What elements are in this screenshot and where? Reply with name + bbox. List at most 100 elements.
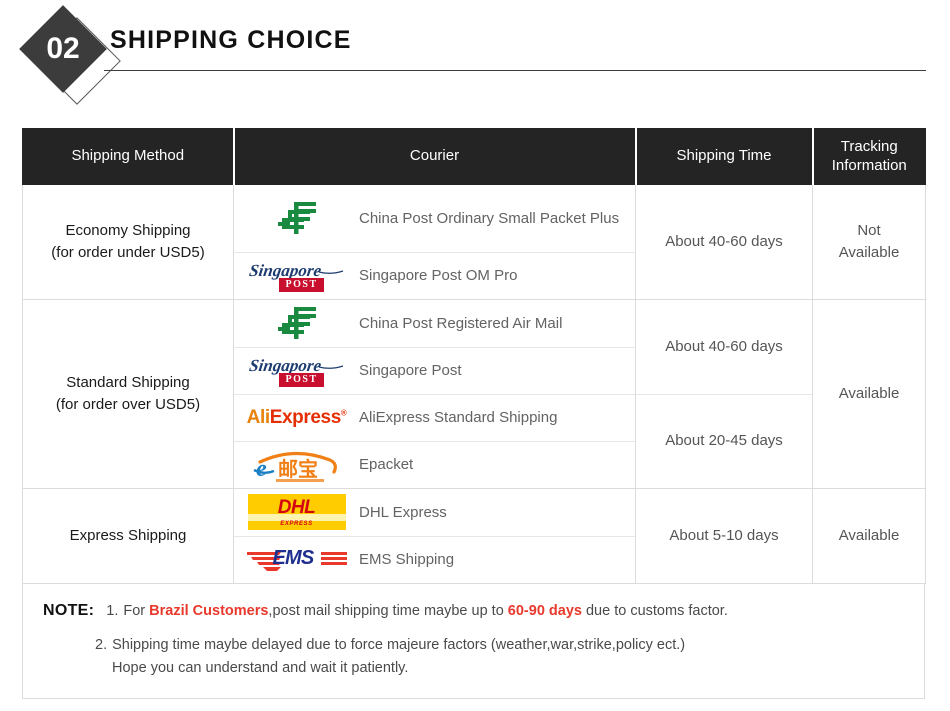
shipping-table: Shipping Method Courier Shipping Time Tr… xyxy=(22,128,926,584)
dhl-subtext: EXPRESS xyxy=(280,521,313,528)
courier-group-express: DHL EXPRESS DHL Express EMS EMS Shipping xyxy=(233,488,636,584)
note-1-part1: For xyxy=(123,603,150,619)
singapore-post-box: POST xyxy=(278,372,324,387)
column-header-tracking-information: Tracking Information xyxy=(812,128,926,185)
courier-list-express: DHL EXPRESS DHL Express EMS EMS Shipping xyxy=(234,489,635,583)
badge-number: 02 xyxy=(46,32,80,65)
note-label: NOTE: xyxy=(43,602,95,619)
aliexpress-ali-text: Ali xyxy=(246,406,270,428)
note-1-highlight-days: 60-90 days xyxy=(507,603,582,619)
method-label-line1: Economy Shipping xyxy=(65,221,191,239)
note-1-highlight-brazil: Brazil Customers xyxy=(149,603,269,619)
section-header: 02 SHIPPING CHOICE xyxy=(0,0,950,110)
shipping-time-value: About 40-60 days xyxy=(636,300,812,395)
header-divider xyxy=(104,70,926,71)
china-post-logo-icon xyxy=(277,307,316,340)
column-header-shipping-method: Shipping Method xyxy=(22,128,235,185)
svg-text:邮宝: 邮宝 xyxy=(278,457,318,481)
aliexpress-express-text: Express xyxy=(269,406,342,428)
courier-name: Epacket xyxy=(359,456,414,474)
tracking-status-express: Available xyxy=(812,488,926,584)
shipping-method-standard: Standard Shipping (for order over USD5) xyxy=(22,299,234,489)
shipping-method-express: Express Shipping xyxy=(22,488,234,584)
singapore-post-logo-icon: Singapore POST xyxy=(249,354,345,388)
courier-name: China Post Ordinary Small Packet Plus xyxy=(359,185,635,253)
note-2-line1: Shipping time maybe delayed due to force… xyxy=(112,636,686,653)
epacket-logo: e 邮宝 xyxy=(234,441,359,488)
table-row: Standard Shipping (for order over USD5) xyxy=(22,299,926,489)
shipping-time-economy: About 40-60 days xyxy=(635,184,813,300)
dhl-logo: DHL EXPRESS xyxy=(234,489,359,537)
courier-name: Singapore Post OM Pro xyxy=(359,267,518,285)
note-2-number: 2. xyxy=(95,636,108,653)
note-1-number: 1. xyxy=(106,603,119,619)
courier-row: DHL EXPRESS DHL Express xyxy=(234,489,635,537)
singapore-post-box: POST xyxy=(278,277,324,292)
dhl-logo-icon: DHL EXPRESS xyxy=(247,494,346,531)
tracking-line1: Not xyxy=(857,221,881,239)
note-item-2: 2. Shipping time maybe delayed due to fo… xyxy=(43,634,906,680)
svg-text:e: e xyxy=(256,456,267,482)
ems-logo-icon: EMS xyxy=(245,544,349,576)
courier-list-economy: China Post Ordinary Small Packet Plus Si… xyxy=(234,185,635,299)
tracking-status-economy: Not Available xyxy=(812,184,926,300)
shipping-choice-page: 02 SHIPPING CHOICE Shipping Method Couri… xyxy=(0,0,950,711)
shipping-time-list-standard: About 40-60 days About 20-45 days xyxy=(636,300,812,488)
tracking-header-line1: Tracking xyxy=(840,137,898,155)
method-label-line2: (for order over USD5) xyxy=(55,396,201,413)
courier-group-standard: China Post Registered Air Mail Singapore xyxy=(233,299,636,489)
table-row: Express Shipping DHL EXPRESS DHL Express… xyxy=(22,488,926,584)
shipping-table-wrapper: Shipping Method Courier Shipping Time Tr… xyxy=(22,128,926,699)
shipping-time-row: About 20-45 days xyxy=(636,394,812,488)
shipping-time-row: About 40-60 days xyxy=(636,300,812,395)
courier-row: Singapore POST Singapore Post xyxy=(234,347,635,395)
method-label-line1: Standard Shipping xyxy=(66,373,190,391)
column-header-courier: Courier xyxy=(233,128,637,185)
note-item-1: NOTE: 1. For Brazil Customers,post mail s… xyxy=(43,598,906,624)
courier-group-economy: China Post Ordinary Small Packet Plus Si… xyxy=(233,184,636,300)
courier-name: DHL Express xyxy=(359,489,635,537)
page-title: SHIPPING CHOICE xyxy=(110,26,352,54)
method-label-line1: Express Shipping xyxy=(69,526,187,544)
singapore-post-logo: Singapore POST xyxy=(234,347,359,395)
note-1-part3: due to customs factor. xyxy=(581,603,728,619)
courier-name: China Post Registered Air Mail xyxy=(359,300,635,348)
courier-name: AliExpress Standard Shipping xyxy=(359,394,635,442)
shipping-time-value: About 20-45 days xyxy=(665,432,783,449)
shipping-method-economy: Economy Shipping (for order under USD5) xyxy=(22,184,234,300)
courier-row: China Post Ordinary Small Packet Plus xyxy=(234,185,635,253)
note-1-part2: ,post mail shipping time maybe up to xyxy=(268,603,508,619)
dhl-text: DHL xyxy=(277,497,316,519)
method-label-line2: (for order under USD5) xyxy=(51,244,205,261)
courier-name: EMS Shipping xyxy=(359,551,455,569)
ems-logo: EMS xyxy=(234,536,359,583)
courier-list-standard: China Post Registered Air Mail Singapore xyxy=(234,300,635,488)
shipping-time-group-standard: About 40-60 days About 20-45 days xyxy=(635,299,813,489)
aliexpress-logo-icon: AliExpress® xyxy=(247,407,347,429)
note-2-line2: Hope you can understand and wait it pati… xyxy=(112,659,409,676)
courier-name: Singapore Post xyxy=(359,347,635,395)
note-item-1-text: 1. For Brazil Customers,post mail shippin… xyxy=(106,600,728,623)
courier-row: Singapore POST Singapore Post OM Pro xyxy=(234,252,635,299)
courier-row: e 邮宝 Epacket xyxy=(234,441,635,488)
singapore-post-logo: Singapore POST xyxy=(234,252,359,299)
tracking-line2: Available xyxy=(838,244,900,261)
courier-row: AliExpress® AliExpress Standard Shipping xyxy=(234,394,635,442)
shipping-time-express: About 5-10 days xyxy=(635,488,813,584)
singapore-post-logo-icon: Singapore POST xyxy=(249,259,345,293)
china-post-logo xyxy=(234,300,359,348)
epacket-logo-icon: e 邮宝 xyxy=(252,451,337,482)
aliexpress-tm-mark: ® xyxy=(340,408,347,418)
china-post-logo xyxy=(234,185,359,253)
ems-text: EMS xyxy=(272,546,315,569)
aliexpress-logo: AliExpress® xyxy=(234,394,359,442)
table-row: Economy Shipping (for order under USD5) xyxy=(22,184,926,300)
courier-row: China Post Registered Air Mail xyxy=(234,300,635,348)
tracking-status-standard: Available xyxy=(812,299,926,489)
section-badge: 02 xyxy=(14,5,129,108)
column-header-shipping-time: Shipping Time xyxy=(635,128,814,185)
courier-row: EMS EMS Shipping xyxy=(234,536,635,583)
note-section: NOTE: 1. For Brazil Customers,post mail s… xyxy=(22,584,925,699)
china-post-logo-icon xyxy=(277,202,316,235)
table-header-row: Shipping Method Courier Shipping Time Tr… xyxy=(22,128,926,185)
